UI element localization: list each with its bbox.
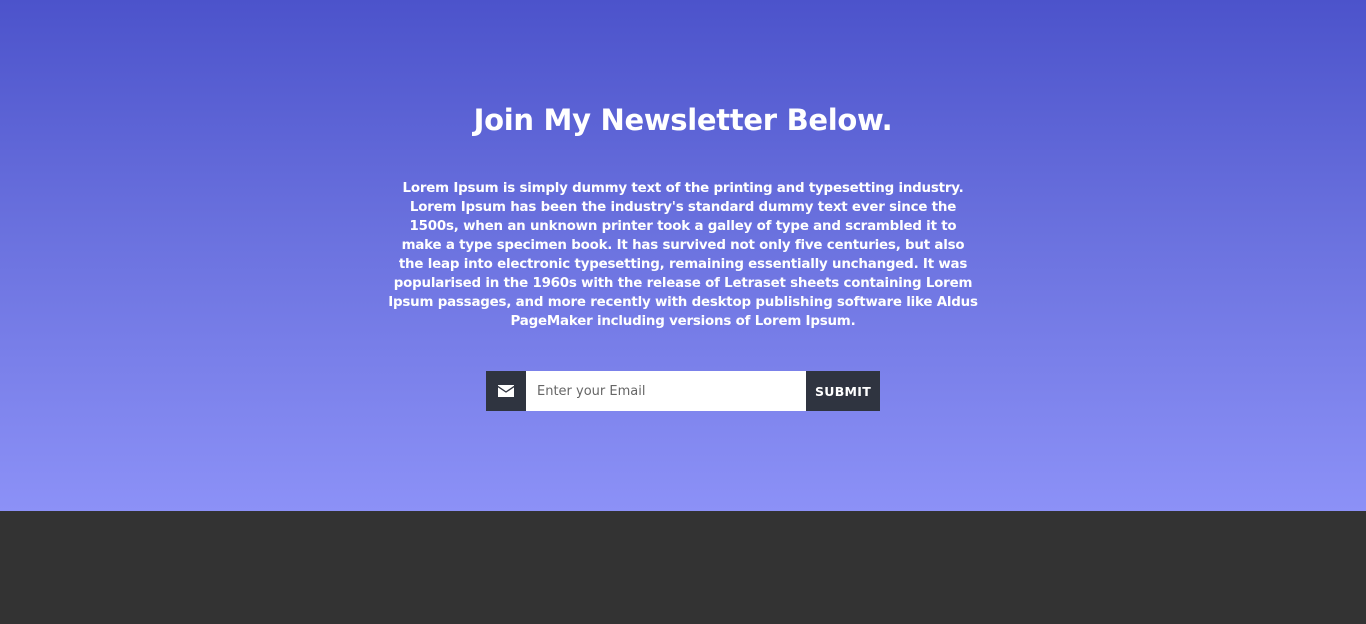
email-input[interactable] xyxy=(526,371,806,411)
envelope-icon xyxy=(486,371,526,411)
footer xyxy=(0,511,1366,624)
newsletter-description: Lorem Ipsum is simply dummy text of the … xyxy=(388,181,978,329)
newsletter-form: SUBMIT xyxy=(486,371,880,411)
envelope-icon-graphic xyxy=(498,385,514,397)
submit-button[interactable]: SUBMIT xyxy=(806,371,880,411)
newsletter-section: Join My Newsletter Below. Lorem Ipsum is… xyxy=(0,0,1366,511)
newsletter-title: Join My Newsletter Below. xyxy=(473,103,893,137)
